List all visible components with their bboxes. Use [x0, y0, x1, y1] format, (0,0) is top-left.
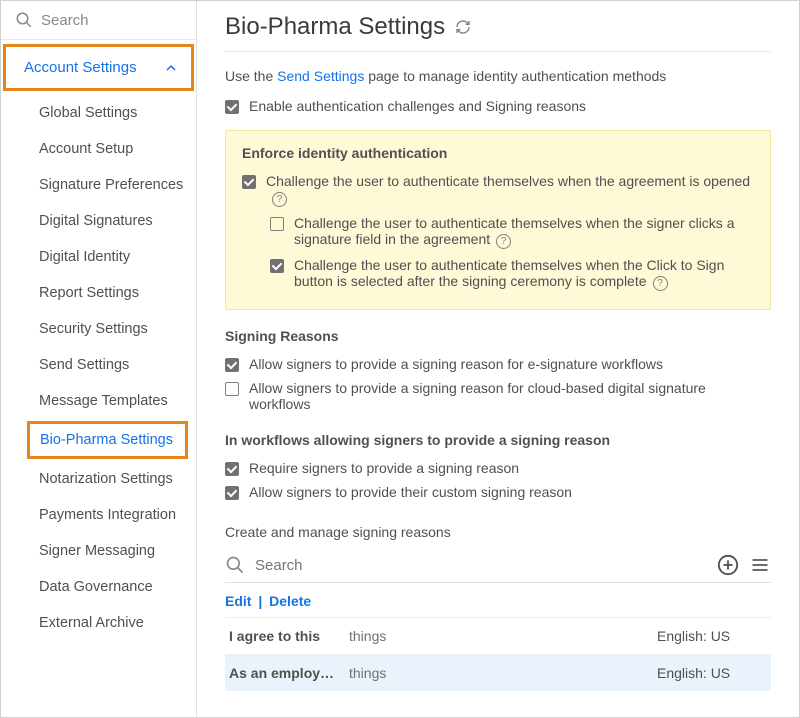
sr-opt1-row: Allow signers to provide a signing reaso… [225, 352, 771, 376]
sidebar-item-global-settings[interactable]: Global Settings [1, 95, 196, 131]
sidebar-item-account-setup[interactable]: Account Setup [1, 131, 196, 167]
enforce-opt3-row: Challenge the user to authenticate thems… [242, 253, 754, 295]
reason-lang: English: US [657, 628, 767, 644]
enable-auth-label: Enable authentication challenges and Sig… [249, 98, 586, 114]
add-reason-button[interactable] [717, 554, 739, 576]
search-icon [225, 555, 245, 575]
sidebar-item-external-archive[interactable]: External Archive [1, 605, 196, 641]
search-icon [15, 11, 33, 29]
sidebar: Account Settings Global SettingsAccount … [1, 1, 197, 717]
enforce-opt2-checkbox[interactable] [270, 217, 284, 231]
help-icon[interactable]: ? [496, 234, 511, 249]
reason-name: As an employ… [229, 665, 349, 681]
wf-opt2-checkbox[interactable] [225, 486, 239, 500]
sidebar-item-payments-integration[interactable]: Payments Integration [1, 497, 196, 533]
reason-value: things [349, 665, 657, 681]
wf-opt1-checkbox[interactable] [225, 462, 239, 476]
table-row[interactable]: As an employ…thingsEnglish: US [225, 654, 771, 691]
table-row[interactable]: I agree to thisthingsEnglish: US [225, 617, 771, 654]
enforce-opt2-row: Challenge the user to authenticate thems… [242, 211, 754, 253]
enable-auth-checkbox[interactable] [225, 100, 239, 114]
help-icon[interactable]: ? [272, 192, 287, 207]
sr-opt2-row: Allow signers to provide a signing reaso… [225, 376, 771, 416]
enforce-opt1-label: Challenge the user to authenticate thems… [266, 173, 750, 189]
wf-opt2-label: Allow signers to provide their custom si… [249, 484, 572, 500]
enforce-opt3-checkbox[interactable] [270, 259, 284, 273]
enforce-title: Enforce identity authentication [242, 145, 754, 161]
sidebar-item-digital-signatures[interactable]: Digital Signatures [1, 203, 196, 239]
reasons-manager-title: Create and manage signing reasons [225, 524, 771, 540]
wf-opt1-label: Require signers to provide a signing rea… [249, 460, 519, 476]
edit-button[interactable]: Edit [225, 593, 251, 609]
reasons-search[interactable] [225, 555, 707, 575]
sidebar-item-signature-preferences[interactable]: Signature Preferences [1, 167, 196, 203]
reasons-search-input[interactable] [255, 557, 707, 574]
sidebar-item-notarization-settings[interactable]: Notarization Settings [1, 461, 196, 497]
refresh-icon[interactable] [455, 19, 471, 35]
enforce-opt1-checkbox[interactable] [242, 175, 256, 189]
delete-button[interactable]: Delete [269, 593, 311, 609]
intro-text: Use the Send Settings page to manage ide… [225, 68, 771, 84]
chevron-up-icon [165, 62, 177, 74]
reasons-toolbar [225, 548, 771, 583]
sidebar-item-data-governance[interactable]: Data Governance [1, 569, 196, 605]
reasons-actions: Edit | Delete [225, 583, 771, 617]
main-content: Bio-Pharma Settings Use the Send Setting… [197, 1, 799, 717]
sidebar-item-report-settings[interactable]: Report Settings [1, 275, 196, 311]
sidebar-item-digital-identity[interactable]: Digital Identity [1, 239, 196, 275]
send-settings-link[interactable]: Send Settings [277, 68, 364, 84]
sidebar-section-account-settings[interactable]: Account Settings [3, 44, 194, 91]
wf-opt2-row: Allow signers to provide their custom si… [225, 480, 771, 504]
workflow-title: In workflows allowing signers to provide… [225, 432, 771, 448]
sidebar-items: Global SettingsAccount SetupSignature Pr… [1, 95, 196, 641]
enforce-opt1-row: Challenge the user to authenticate thems… [242, 169, 754, 211]
page-title: Bio-Pharma Settings [225, 13, 445, 41]
sidebar-item-signer-messaging[interactable]: Signer Messaging [1, 533, 196, 569]
enforce-opt2-label: Challenge the user to authenticate thems… [294, 215, 734, 247]
sidebar-item-bio-pharma-settings[interactable]: Bio-Pharma Settings [27, 421, 188, 459]
sr-opt1-label: Allow signers to provide a signing reaso… [249, 356, 663, 372]
wf-opt1-row: Require signers to provide a signing rea… [225, 456, 771, 480]
sidebar-search-input[interactable] [41, 12, 182, 29]
reasons-table: I agree to thisthingsEnglish: USAs an em… [225, 617, 771, 691]
signing-reasons-title: Signing Reasons [225, 328, 771, 344]
sr-opt1-checkbox[interactable] [225, 358, 239, 372]
reason-lang: English: US [657, 665, 767, 681]
app-frame: Account Settings Global SettingsAccount … [0, 0, 800, 718]
help-icon[interactable]: ? [653, 276, 668, 291]
sidebar-item-send-settings[interactable]: Send Settings [1, 347, 196, 383]
reason-name: I agree to this [229, 628, 349, 644]
sr-opt2-checkbox[interactable] [225, 382, 239, 396]
reason-value: things [349, 628, 657, 644]
sr-opt2-label: Allow signers to provide a signing reaso… [249, 380, 771, 412]
sidebar-search[interactable] [1, 1, 196, 40]
enforce-identity-box: Enforce identity authentication Challeng… [225, 130, 771, 310]
enable-auth-row: Enable authentication challenges and Sig… [225, 94, 771, 118]
sidebar-section-label: Account Settings [24, 59, 137, 76]
sidebar-item-message-templates[interactable]: Message Templates [1, 383, 196, 419]
page-header: Bio-Pharma Settings [225, 13, 771, 52]
menu-icon[interactable] [749, 554, 771, 576]
sidebar-item-security-settings[interactable]: Security Settings [1, 311, 196, 347]
